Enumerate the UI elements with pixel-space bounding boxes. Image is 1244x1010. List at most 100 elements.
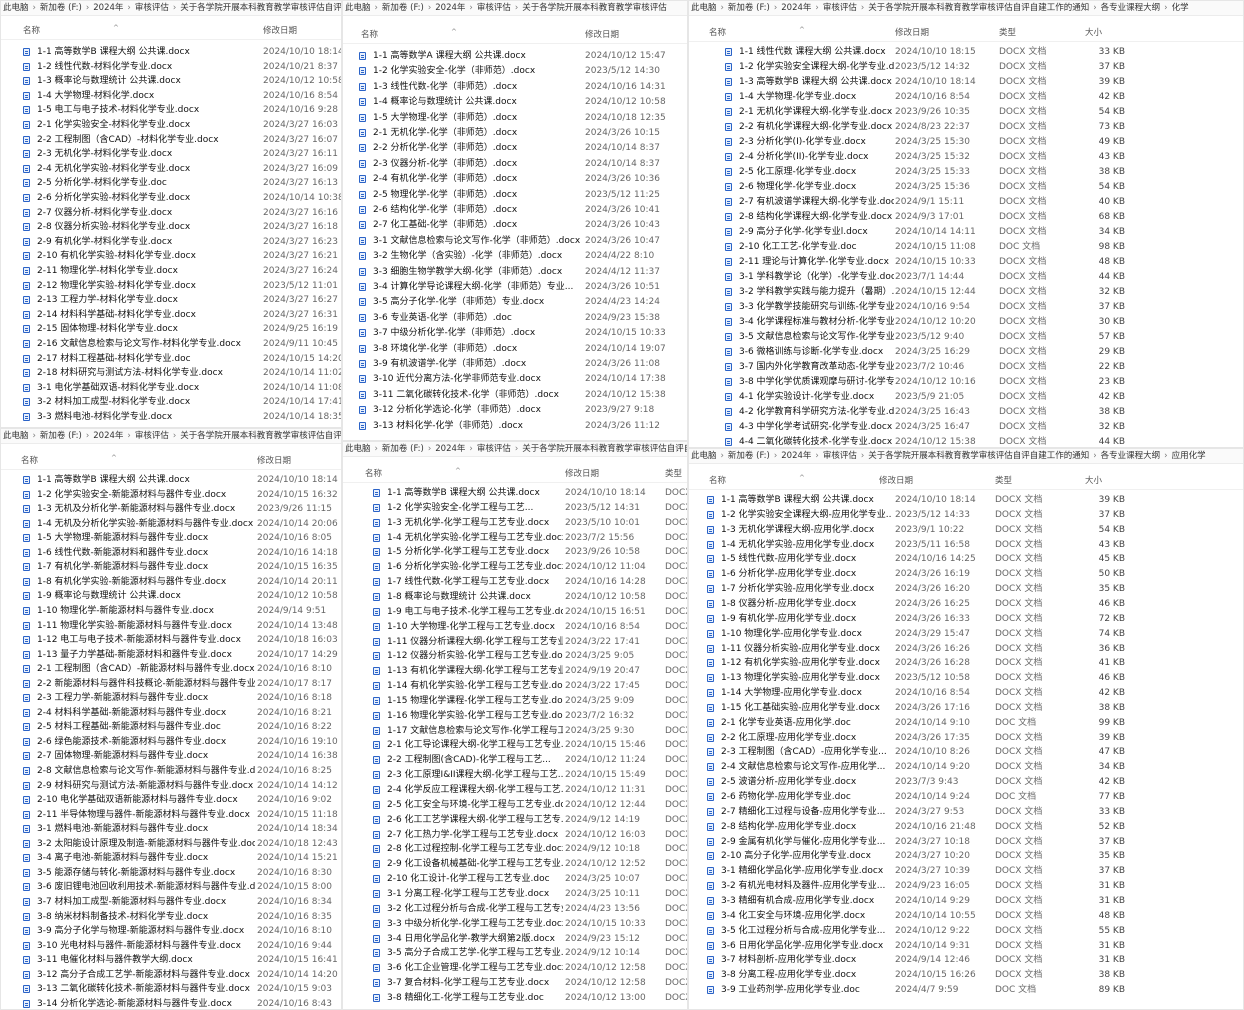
file-row[interactable]: 2-6 分析化学实验-材料化学专业.docx 2024/10/14 10:38 (1, 191, 341, 205)
file-row[interactable]: 3-5 高分子化学-化学（非师范）专业.docx 2024/4/23 14:24 (343, 295, 687, 309)
file-row[interactable]: 2-13 工程力学-材料化学专业.docx 2024/3/27 16:27 (1, 293, 341, 307)
file-row[interactable]: 3-8 中学化学优质课观摩与研讨-化学专... 2024/10/12 10:16 D… (689, 375, 1243, 389)
breadcrumb-item[interactable]: 新加卷 (F:) (40, 431, 82, 441)
file-row[interactable]: 2-11 半导体物理与器件-新能源材料与器件专业.docx 2024/10/15 … (1, 808, 341, 822)
file-row[interactable]: 2-10 电化学基础双语新能源材料与器件专业.docx 2024/10/16 9:… (1, 793, 341, 807)
breadcrumb-item[interactable]: 化学 (1172, 3, 1189, 13)
breadcrumb-item[interactable]: 新加卷 (F:) (728, 451, 770, 461)
file-row[interactable]: 2-10 化工工艺-化学专业.doc 2024/10/15 11:08 DOC 文档… (689, 240, 1243, 254)
file-row[interactable]: 3-1 学科教学论（化学）-化学专业.docx 2023/7/1 14:44 DOC… (689, 270, 1243, 284)
file-row[interactable]: 3-4 日用化学品化学-教学大纲第2版.docx 2024/9/23 15:12 D… (343, 932, 687, 946)
file-row[interactable]: 2-4 无机化学实验-材料化学专业.docx 2024/3/27 16:09 (1, 162, 341, 176)
file-row[interactable]: 3-3 化学教学技能研究与训练-化学专业... 2024/10/16 9:54 DO… (689, 300, 1243, 314)
file-row[interactable]: 2-2 工程制图(含CAD)-化学工程与工艺... 2024/10/12 11:2… (343, 753, 687, 767)
file-row[interactable]: 1-14 大学物理-应用化学专业.docx 2024/10/16 8:54 DOCX… (689, 686, 1243, 700)
file-row[interactable]: 3-6 废旧锂电池回收利用技术-新能源材料与器件专业.d... 2024/10/1… (1, 880, 341, 894)
file-row[interactable]: 2-9 金属有机化学与催化-应用化学专业... 2024/3/27 10:18 DO… (689, 835, 1243, 849)
file-row[interactable]: 1-5 大学物理-新能源材料与器件专业.docx 2024/10/16 8:05 (1, 531, 341, 545)
breadcrumb-item[interactable]: 各专业课程大纲 (1101, 3, 1161, 13)
file-row[interactable]: 2-8 化工过程控制-化学工程与工艺专业.docx 2024/9/12 10:18… (343, 842, 687, 856)
file-row[interactable]: 2-1 工程制图（含CAD）-新能源材料与器件专业.docx 2024/10/16… (1, 662, 341, 676)
column-header-type[interactable]: 类型 (665, 466, 682, 482)
file-row[interactable]: 2-2 有机化学课程大纲-化学专业.docx 2024/8/23 22:37 DOC… (689, 120, 1243, 134)
file-row[interactable]: 1-7 有机化学-新能源材料与器件专业.docx 2024/10/15 16:35 (1, 560, 341, 574)
file-row[interactable]: 3-2 生物化学（含实验）-化学（非师范）.docx 2024/4/22 8:10 (343, 249, 687, 263)
breadcrumb-item[interactable]: 此电脑 (3, 3, 29, 13)
file-row[interactable]: 4-4 二氧化碳转化技术-化学专业.docx 2024/10/12 15:38 DO… (689, 435, 1243, 447)
file-row[interactable]: 2-18 材料研究与测试方法-材料化学专业.docx 2024/10/14 11:… (1, 366, 341, 380)
file-row[interactable]: 1-1 高等数学A 课程大纲 公共课.docx 2024/10/12 15:47 (343, 49, 687, 63)
file-row[interactable]: 1-5 分析化学-化学工程与工艺专业.docx 2023/9/26 10:58 DO… (343, 545, 687, 559)
file-row[interactable]: 3-3 中级分析化学-化学工程与工艺专业.docx 2024/10/15 10:3… (343, 917, 687, 931)
breadcrumb-item[interactable]: 此电脑 (691, 3, 717, 13)
file-row[interactable]: 1-1 线性代数 课程大纲 公共课.docx 2024/10/10 18:15 DO… (689, 45, 1243, 59)
file-row[interactable]: 1-6 线性代数-新能源材料和器件专业.docx 2024/10/16 14:18 (1, 546, 341, 560)
file-row[interactable]: 2-6 化工工艺学课程大纲-化学工程与工艺专... 2024/9/12 14:19… (343, 813, 687, 827)
file-row[interactable]: 3-5 能源存储与转化-新能源材料与器件专业.docx 2024/10/16 8:… (1, 866, 341, 880)
file-row[interactable]: 1-10 物理化学-应用化学专业.docx 2024/3/29 15:47 DOCX… (689, 627, 1243, 641)
column-header-name[interactable]: 名称 (709, 25, 726, 41)
breadcrumb-item[interactable]: 2024年 (781, 451, 811, 461)
breadcrumb-item[interactable]: 此电脑 (345, 3, 371, 13)
file-row[interactable]: 2-6 结构化学-化学（非师范）.docx 2024/3/26 10:41 (343, 203, 687, 217)
file-row[interactable]: 3-2 太阳能设计原理及制造-新能源材料与器件专业.docx 2024/10/18… (1, 837, 341, 851)
file-row[interactable]: 3-2 有机光电材料及器件-应用化学专业... 2024/9/23 16:05 DO… (689, 879, 1243, 893)
file-row[interactable]: 1-13 量子力学基础-新能源材料和器件专业.docx 2024/10/17 14… (1, 648, 341, 662)
file-row[interactable]: 1-1 高等数学B 课程大纲 公共课.docx 2024/10/10 18:14 (1, 473, 341, 487)
breadcrumb-item[interactable]: 应用化学 (1172, 451, 1206, 461)
file-row[interactable]: 1-9 有机化学-应用化学专业.docx 2024/3/26 16:33 DOCX … (689, 612, 1243, 626)
breadcrumb-item[interactable]: 各专业课程大纲 (1101, 451, 1161, 461)
breadcrumb-item[interactable]: 此电脑 (345, 444, 371, 454)
breadcrumb-item[interactable]: 此电脑 (691, 451, 717, 461)
file-row[interactable]: 2-7 固体物理-新能源材料与器件专业.docx 2024/10/14 16:38 (1, 749, 341, 763)
breadcrumb[interactable]: 此电脑 › 新加卷 (F:) › 2024年 › 审核评估 › 关于各学院开展本科教育教学审核评… (343, 442, 687, 457)
file-row[interactable]: 1-5 电工与电子技术-材料化学专业.docx 2024/10/16 9:28 (1, 103, 341, 117)
file-row[interactable]: 1-3 概率论与数理统计 公共课.docx 2024/10/12 10:58 (1, 74, 341, 88)
file-row[interactable]: 1-4 大学物理-材料化学.docx 2024/10/16 8:54 (1, 89, 341, 103)
file-row[interactable]: 3-1 电化学基础双语-材料化学专业.docx 2024/10/14 11:08 (1, 381, 341, 395)
file-row[interactable]: 1-1 高等数学B 课程大纲 公共课.docx 2024/10/10 18:14 (1, 45, 341, 59)
file-row[interactable]: 3-14 分析化学选论-新能源材料与器件专业.docx 2024/10/16 8:… (1, 997, 341, 1009)
file-row[interactable]: 3-13 材料化学-化学（非师范）.docx 2024/3/26 11:12 (343, 419, 687, 433)
file-row[interactable]: 3-11 电催化材料与器件教学大纲.docx 2024/10/15 16:41 (1, 953, 341, 967)
breadcrumb-item[interactable]: 新加卷 (F:) (382, 3, 424, 13)
file-row[interactable]: 2-17 材料工程基础-材料化学专业.doc 2024/10/15 14:20 (1, 352, 341, 366)
file-row[interactable]: 3-1 燃料电池-新能源材料与器件专业.docx 2024/10/14 18:34 (1, 822, 341, 836)
file-row[interactable]: 1-5 大学物理-化学（非师范）.docx 2024/10/18 12:35 (343, 111, 687, 125)
file-row[interactable]: 1-10 大学物理-化学工程与工艺专业.docx 2024/10/16 8:54 D… (343, 620, 687, 634)
column-header-name[interactable]: 名称 (21, 453, 38, 469)
file-row[interactable]: 3-5 化工过程分析与合成-应用化学专业... 2024/10/12 9:22 DO… (689, 924, 1243, 938)
file-row[interactable]: 1-11 仪器分析实验-应用化学专业.docx 2024/3/26 16:26 DO… (689, 642, 1243, 656)
column-header-type[interactable]: 类型 (999, 25, 1016, 41)
breadcrumb[interactable]: 此电脑 › 新加卷 (F:) › 2024年 › 审核评估 › 关于各学院开展本科教育教学审核评… (689, 449, 1243, 464)
column-header-date[interactable]: 修改日期 (895, 25, 929, 41)
file-row[interactable]: 1-5 线性代数-应用化学专业.docx 2024/10/16 14:25 DOCX… (689, 552, 1243, 566)
file-row[interactable]: 3-3 燃料电池-材料化学专业.docx 2024/10/14 18:35 (1, 410, 341, 424)
file-row[interactable]: 1-1 高等数学B 课程大纲 公共课.docx 2024/10/10 18:14 D… (689, 493, 1243, 507)
breadcrumb-item[interactable]: 此电脑 (3, 431, 29, 441)
file-row[interactable]: 1-4 大学物理-化学专业.docx 2024/10/16 8:54 DOCX 文档… (689, 90, 1243, 104)
file-row[interactable]: 2-7 仪器分析-材料化学专业.docx 2024/3/27 16:16 (1, 206, 341, 220)
file-row[interactable]: 1-17 文献信息检索与论文写作-化学工程与工... 2024/3/25 9:30… (343, 724, 687, 738)
file-row[interactable]: 2-7 化工基础-化学（非师范）.docx 2024/3/26 10:43 (343, 218, 687, 232)
file-row[interactable]: 2-6 药物化学-应用化学专业.doc 2024/10/14 9:24 DOC 文档… (689, 790, 1243, 804)
file-row[interactable]: 3-2 材料加工成型-材料化学专业.docx 2024/10/14 17:41 (1, 395, 341, 409)
file-row[interactable]: 2-12 物理化学实验-材料化学专业.docx 2023/5/12 11:01 (1, 279, 341, 293)
file-row[interactable]: 1-3 高等数学B 课程大纲 公共课.docx 2024/10/10 18:14 D… (689, 75, 1243, 89)
file-row[interactable]: 3-10 近代分离方法-化学非师范专业.docx 2024/10/14 17:38 (343, 372, 687, 386)
file-row[interactable]: 2-3 分析化学(I)-化学专业.docx 2024/3/25 15:30 DOCX… (689, 135, 1243, 149)
file-row[interactable]: 1-3 无机化学课程大纲-应用化学.docx 2023/9/1 10:22 DOCX… (689, 523, 1243, 537)
column-header-name[interactable]: 名称 (365, 466, 382, 482)
file-row[interactable]: 3-4 化工安全与环境-应用化学.docx 2024/10/14 10:55 DOC… (689, 909, 1243, 923)
file-row[interactable]: 1-12 仪器分析实验-化学工程与工艺专业.docx 2024/3/25 9:05… (343, 649, 687, 663)
breadcrumb-item[interactable]: 2024年 (93, 3, 123, 13)
file-row[interactable]: 2-4 有机化学-化学（非师范）.docx 2024/3/26 10:36 (343, 172, 687, 186)
file-row[interactable]: 2-9 有机化学-材料化学专业.docx 2024/3/27 16:23 (1, 235, 341, 249)
file-row[interactable]: 3-6 专业英语-化学（非师范）.doc 2024/9/23 15:38 (343, 311, 687, 325)
file-row[interactable]: 2-11 物理化学-材料化学专业.docx 2024/3/27 16:24 (1, 264, 341, 278)
file-row[interactable]: 2-11 理论与计算化学-化学专业.docx 2024/10/15 10:33 DO… (689, 255, 1243, 269)
file-row[interactable]: 2-6 绿色能源技术-新能源材料与器件专业.docx 2024/10/16 19:… (1, 735, 341, 749)
breadcrumb-item[interactable]: 审核评估 (823, 451, 857, 461)
file-row[interactable]: 3-8 纳米材料制备技术-材料化学专业.docx 2024/10/16 8:35 (1, 910, 341, 924)
column-header-name[interactable]: 名称 (361, 27, 378, 43)
